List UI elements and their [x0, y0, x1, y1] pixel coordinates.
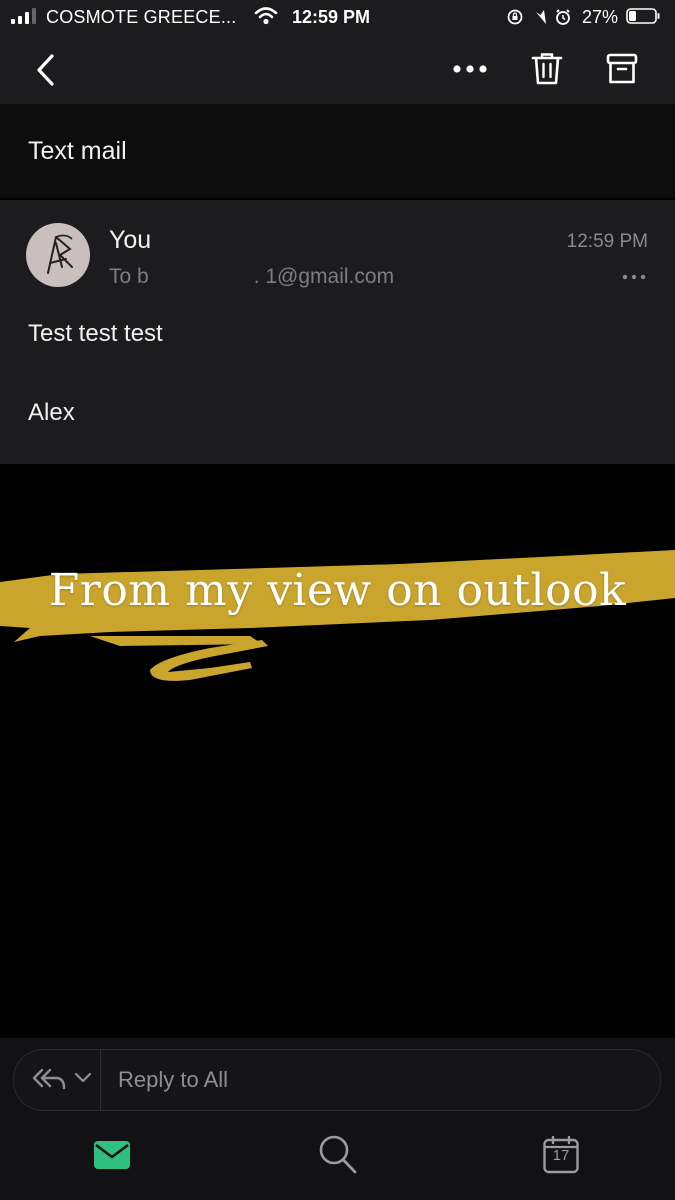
signal-icon — [11, 8, 36, 24]
reply-area: Reply to All — [0, 1038, 675, 1118]
reply-all-icon[interactable] — [32, 1066, 68, 1092]
sender-name: You — [109, 226, 152, 254]
tab-calendar[interactable]: 17 — [543, 1136, 579, 1174]
annotation-overlay: From my view on outlook — [0, 540, 675, 690]
wifi-icon — [254, 7, 278, 25]
recipient-line[interactable]: To b . 1@gmail.com — [109, 265, 394, 289]
calendar-day-number: 17 — [552, 1147, 570, 1164]
annotation-text: From my view on outlook — [48, 565, 627, 616]
subject-bar: Text mail — [0, 104, 675, 198]
tab-search-icon[interactable] — [318, 1134, 358, 1176]
reply-box[interactable]: Reply to All — [13, 1049, 661, 1111]
battery-percent: 27% — [582, 7, 619, 27]
email-subject: Text mail — [28, 137, 127, 165]
trash-icon[interactable] — [530, 51, 564, 87]
reply-input[interactable]: Reply to All — [118, 1067, 228, 1093]
chevron-down-icon[interactable] — [74, 1072, 92, 1084]
status-time: 12:59 PM — [292, 7, 371, 27]
message-body-line: Test test test — [28, 320, 163, 347]
message-time: 12:59 PM — [566, 231, 648, 252]
reply-divider — [100, 1050, 101, 1110]
message-signature: Alex — [28, 399, 75, 426]
status-bar: COSMOTE GREECE... 12:59 PM 27% — [0, 0, 675, 36]
carrier-name: COSMOTE GREECE... — [46, 7, 237, 27]
message-toolbar — [0, 36, 675, 104]
tab-bar: 17 — [0, 1118, 675, 1200]
tab-mail-icon[interactable] — [93, 1140, 131, 1170]
more-icon[interactable] — [452, 64, 488, 74]
message-card[interactable]: You To b . 1@gmail.com 12:59 PM Test tes… — [0, 200, 675, 464]
message-more-icon[interactable] — [622, 274, 646, 280]
avatar[interactable] — [26, 223, 90, 287]
status-indicator-icons — [507, 9, 570, 25]
archive-icon[interactable] — [605, 51, 639, 87]
back-icon[interactable] — [32, 50, 62, 90]
avatar-drawing-icon — [47, 234, 73, 274]
battery-icon — [626, 8, 660, 24]
